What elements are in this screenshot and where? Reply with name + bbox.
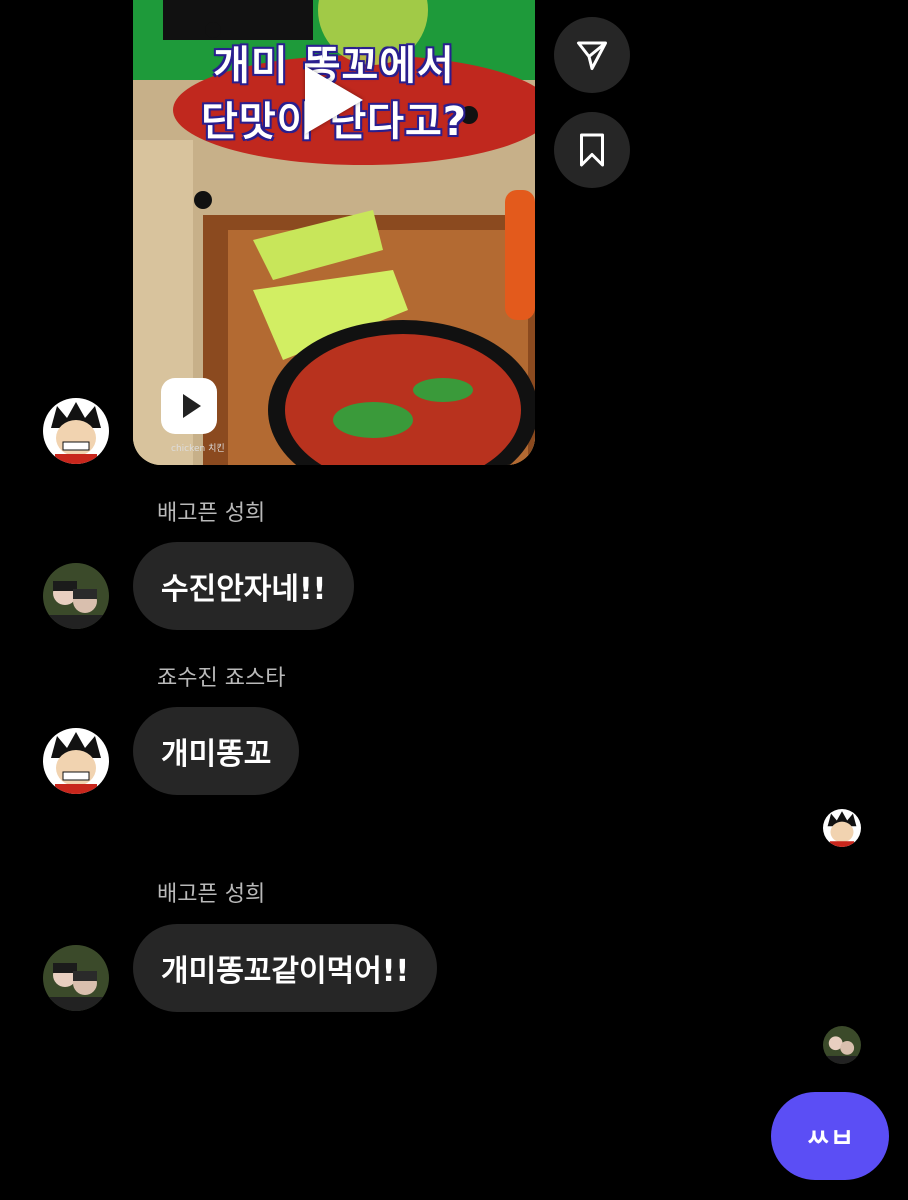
seen-avatar [823, 809, 861, 847]
shared-reel-card[interactable]: 개미 똥꼬에서 단맛이 난다고? chicken 치킨 [133, 0, 535, 465]
sender-name: 죠수진 죠스타 [157, 666, 286, 691]
sender-name: 배고픈 성희 [157, 882, 266, 907]
avatar[interactable] [43, 728, 109, 794]
bookmark-icon [580, 133, 604, 167]
avatar[interactable] [43, 398, 109, 464]
paper-plane-icon [577, 41, 607, 70]
seen-avatar [823, 1026, 861, 1064]
sender-name: 배고픈 성희 [157, 501, 266, 526]
message-bubble[interactable]: 개미똥꼬같이먹어!! [133, 924, 438, 1012]
fab-label: ㅆㅂ [806, 1123, 854, 1154]
floating-action-button[interactable]: ㅆㅂ [771, 1092, 889, 1180]
avatar[interactable] [43, 945, 109, 1011]
save-button[interactable] [554, 112, 630, 188]
message-text: 개미똥꼬 [161, 737, 272, 772]
message-bubble[interactable]: 수진안자네!! [133, 542, 355, 630]
avatar[interactable] [43, 563, 109, 629]
share-button[interactable] [554, 17, 630, 93]
reels-icon [161, 378, 217, 434]
play-icon[interactable] [305, 66, 363, 134]
message-text: 개미똥꼬같이먹어!! [161, 954, 410, 989]
message-text: 수진안자네!! [161, 572, 327, 607]
reel-caption: chicken 치킨 [171, 444, 225, 454]
message-bubble[interactable]: 개미똥꼬 [133, 707, 300, 795]
